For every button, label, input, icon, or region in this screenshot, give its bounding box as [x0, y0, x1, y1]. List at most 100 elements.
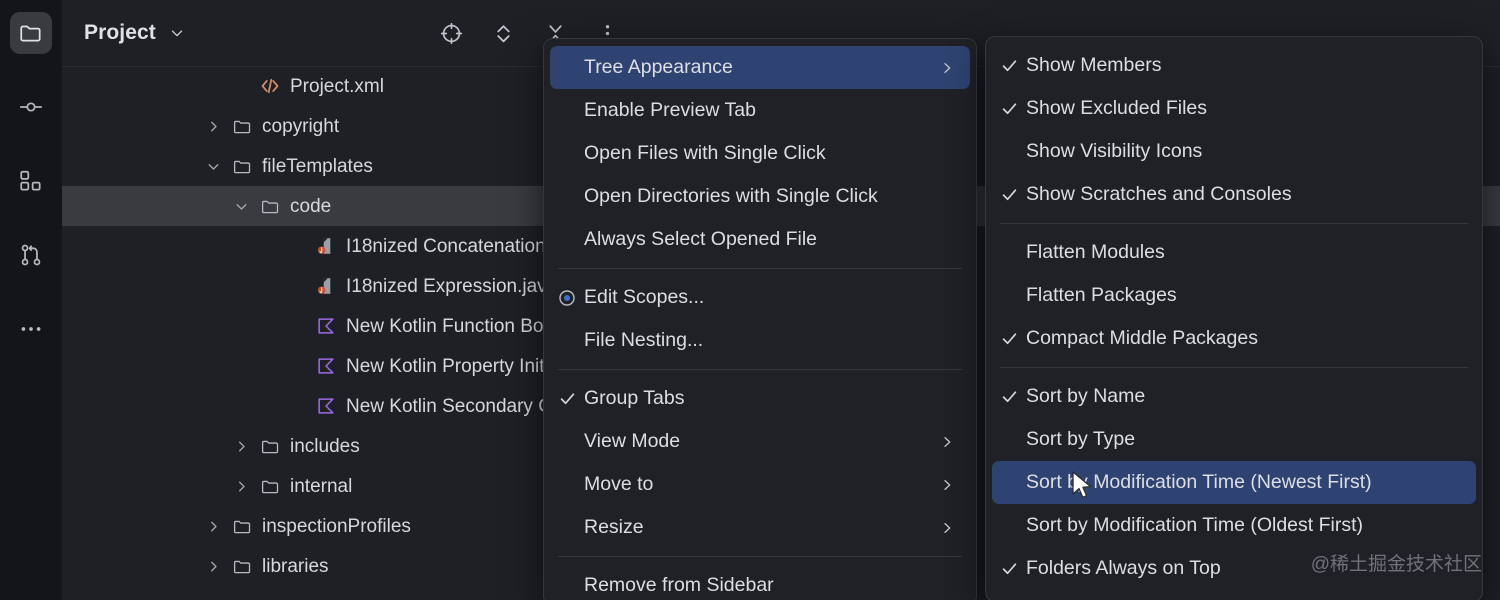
folder-icon [231, 515, 253, 537]
tree-row-label: inspectionProfiles [262, 517, 411, 536]
scope-target-icon [550, 288, 584, 308]
menu-item-label: Group Tabs [584, 389, 938, 409]
sidebar-item-more[interactable] [10, 308, 52, 350]
tree-row-label: internal [290, 477, 352, 496]
folder-icon [259, 195, 281, 217]
menu-item-label: Sort by Modification Time (Newest First) [1026, 473, 1444, 493]
xml-file-icon [259, 75, 281, 97]
check-icon [992, 387, 1026, 406]
chevron-right-icon[interactable] [232, 477, 250, 495]
tree-appearance-context-menu: Tree Appearance Enable Preview Tab Open Fi… [543, 38, 977, 600]
menu-item-label: Move to [584, 475, 938, 495]
ide-window: Disable Properties Libraries Sh...?F?8Sh… [0, 0, 1500, 600]
menu-item-label: Flatten Packages [1026, 286, 1444, 306]
menu-item[interactable]: Compact Middle Packages [992, 317, 1476, 360]
tree-twisty-placeholder [232, 77, 250, 95]
menu-item-label: Edit Scopes... [584, 288, 938, 308]
chevron-down-icon[interactable] [204, 157, 222, 175]
check-icon [550, 389, 584, 408]
menu-item[interactable]: Remove from Sidebar [550, 564, 970, 600]
tree-twisty-placeholder [288, 277, 306, 295]
chevron-right-icon[interactable] [204, 517, 222, 535]
git-branch-icon [18, 242, 44, 268]
menu-item-label: File Nesting... [584, 331, 938, 351]
menu-item[interactable]: Resize [550, 506, 970, 549]
folder-icon [259, 435, 281, 457]
tree-row-label: Project.xml [290, 77, 384, 96]
tree-row-label: New Kotlin Property Initia [346, 357, 559, 376]
menu-item-label: Open Files with Single Click [584, 144, 938, 164]
menu-item[interactable]: Sort by Type [992, 418, 1476, 461]
menu-item-label: Sort by Name [1026, 387, 1444, 407]
java-file-icon [315, 275, 337, 297]
chevron-right-icon [938, 60, 956, 76]
menu-item[interactable]: File Nesting... [550, 319, 970, 362]
target-crosshair-icon[interactable] [438, 20, 464, 46]
chevron-right-icon[interactable] [204, 117, 222, 135]
sidebar-item-project[interactable] [10, 12, 52, 54]
menu-separator [558, 556, 962, 557]
tree-appearance-submenu: Show Members Show Excluded Files Show Visi… [985, 36, 1483, 600]
tree-twisty-placeholder [288, 237, 306, 255]
menu-item-label: Show Visibility Icons [1026, 142, 1444, 162]
menu-item[interactable]: View Mode [550, 420, 970, 463]
menu-item[interactable]: Sort by Name [992, 375, 1476, 418]
menu-item[interactable]: Tree Appearance [550, 46, 970, 89]
menu-item[interactable]: Open Files with Single Click [550, 132, 970, 175]
menu-item[interactable]: Flatten Packages [992, 274, 1476, 317]
tree-twisty-placeholder [288, 357, 306, 375]
page-title: Project [84, 21, 156, 45]
menu-item[interactable]: Show Members [992, 44, 1476, 87]
tree-twisty-placeholder [288, 317, 306, 335]
menu-item[interactable]: Flatten Modules [992, 231, 1476, 274]
menu-item-label: Always Select Opened File [584, 230, 938, 250]
menu-item-label: Show Scratches and Consoles [1026, 185, 1444, 205]
chevron-updown-icon[interactable] [490, 20, 516, 46]
menu-item-label: Tree Appearance [584, 58, 938, 78]
chevron-right-icon [938, 520, 956, 536]
menu-item[interactable]: Show Excluded Files [992, 87, 1476, 130]
menu-item[interactable]: Show Visibility Icons [992, 130, 1476, 173]
menu-item-label: Sort by Type [1026, 430, 1444, 450]
sidebar-item-commit[interactable] [10, 86, 52, 128]
menu-item-label: Show Members [1026, 56, 1444, 76]
more-dots-icon [18, 316, 44, 342]
chevron-down-icon[interactable] [232, 197, 250, 215]
tree-row-label: I18nized Concatenation.ja [346, 237, 566, 256]
menu-item-label: Sort by Modification Time (Oldest First) [1026, 516, 1444, 536]
tree-row-label: includes [290, 437, 360, 456]
folder-icon [231, 115, 253, 137]
watermark: @稀土掘金技术社区 [1311, 549, 1482, 576]
check-icon [992, 185, 1026, 204]
menu-item[interactable]: Open Directories with Single Click [550, 175, 970, 218]
menu-item[interactable]: Sort by Modification Time (Newest First) [992, 461, 1476, 504]
kotlin-file-icon [315, 395, 337, 417]
java-file-icon [315, 235, 337, 257]
menu-item[interactable]: Always Select Opened File [550, 218, 970, 261]
menu-item[interactable]: Sort by Modification Time (Oldest First) [992, 504, 1476, 547]
menu-separator [558, 369, 962, 370]
sidebar-item-structure[interactable] [10, 160, 52, 202]
check-icon [992, 56, 1026, 75]
chevron-down-icon[interactable] [168, 24, 186, 42]
activity-bar [0, 0, 63, 600]
chevron-right-icon[interactable] [232, 437, 250, 455]
menu-item[interactable]: Show Scratches and Consoles [992, 173, 1476, 216]
sidebar-item-pull-requests[interactable] [10, 234, 52, 276]
menu-item-label: View Mode [584, 432, 938, 452]
menu-separator [1000, 223, 1468, 224]
menu-item-label: Enable Preview Tab [584, 101, 938, 121]
menu-item[interactable]: Group Tabs [550, 377, 970, 420]
menu-item[interactable]: Move to [550, 463, 970, 506]
chevron-right-icon [938, 434, 956, 450]
chevron-right-icon[interactable] [204, 557, 222, 575]
tree-row-label: libraries [262, 557, 329, 576]
tree-row-label: New Kotlin Function Body [346, 317, 564, 336]
menu-item[interactable]: Enable Preview Tab [550, 89, 970, 132]
folder-icon [259, 475, 281, 497]
menu-item-label: Show Excluded Files [1026, 99, 1444, 119]
menu-item-label: Compact Middle Packages [1026, 329, 1444, 349]
folder-icon [231, 155, 253, 177]
menu-item[interactable]: Edit Scopes... [550, 276, 970, 319]
kotlin-file-icon [315, 315, 337, 337]
